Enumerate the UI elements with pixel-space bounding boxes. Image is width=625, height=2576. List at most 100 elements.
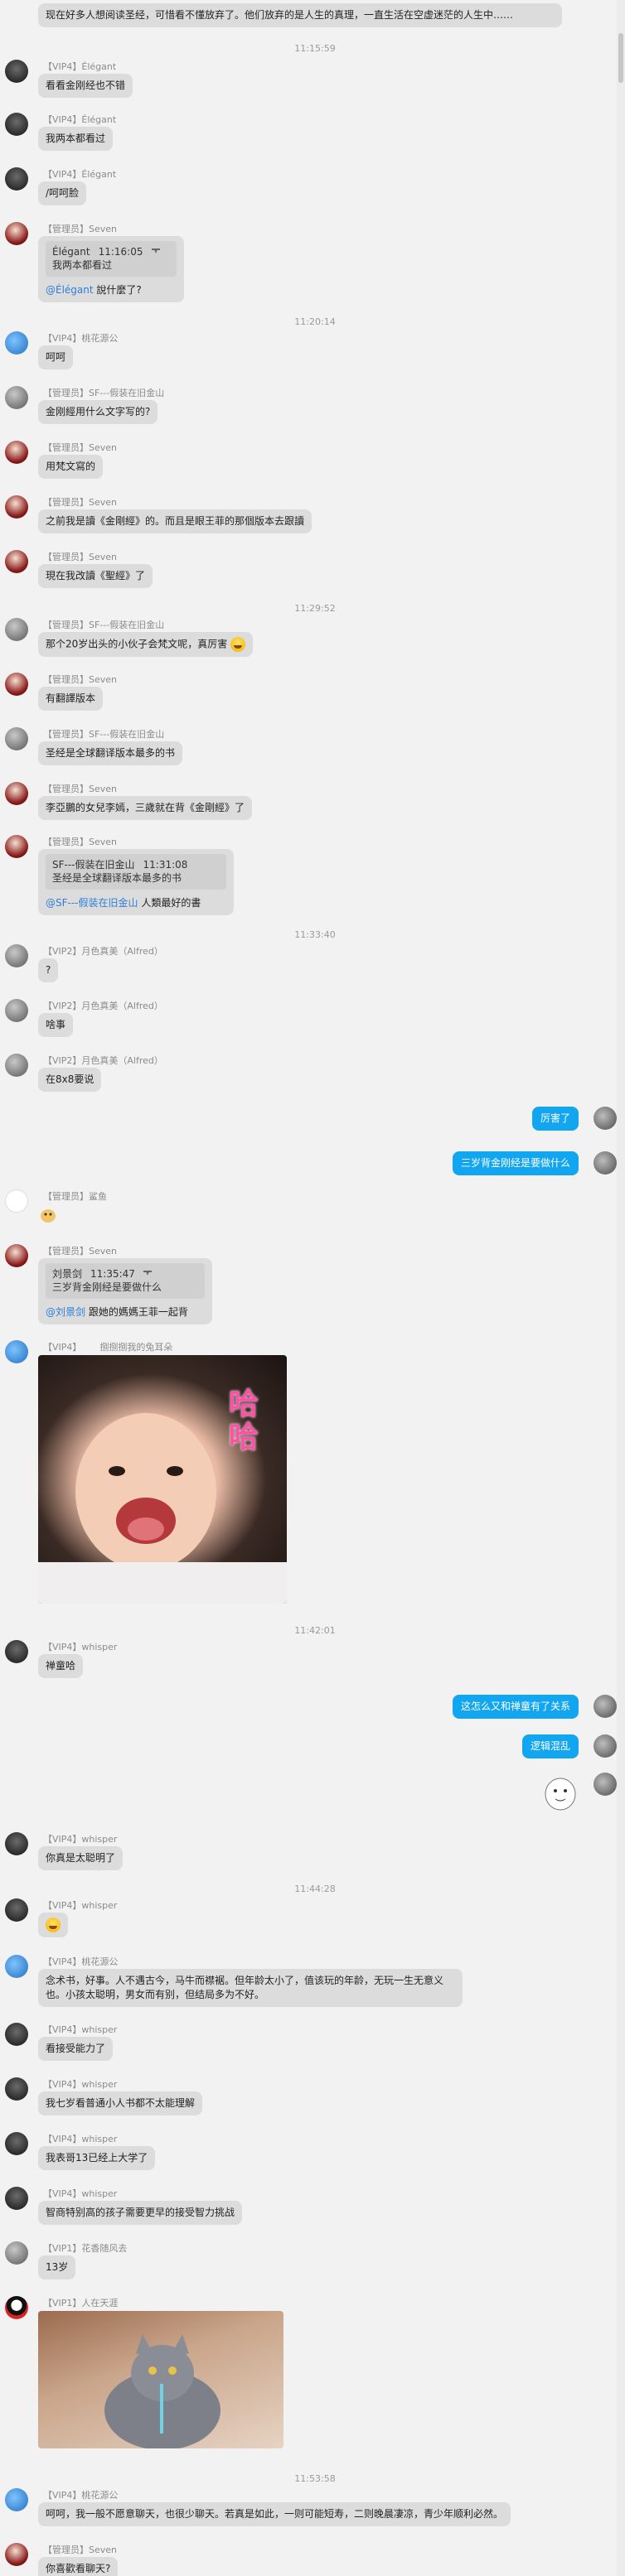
message-bubble[interactable]: 有翻譯版本 [38, 687, 104, 711]
scrollbar[interactable] [617, 0, 625, 2576]
sender-name[interactable]: 【管理员】Seven [43, 782, 117, 795]
message-bubble[interactable]: 智商特别高的孩子需要更早的接受智力挑战 [38, 2201, 243, 2225]
user-avatar-icon[interactable] [5, 113, 28, 136]
cat-photo-sticker[interactable] [38, 2311, 283, 2448]
message-bubble[interactable]: 现在好多人想阅读圣经，可惜看不懂放弃了。他们放弃的是人生的真理，一直生活在空虚迷… [38, 3, 562, 27]
message-bubble[interactable]: 呵呵 [38, 345, 74, 369]
scroll-thumb[interactable] [618, 33, 623, 83]
sender-name[interactable]: 【VIP1】人在天涯 [43, 2296, 118, 2309]
sender-name[interactable]: 【VIP4】 捌捌捌我的兔耳朵 [43, 1340, 172, 1353]
user-avatar-icon[interactable] [5, 727, 28, 750]
user-avatar-icon[interactable] [5, 2296, 28, 2319]
sender-name[interactable]: 【VIP4】Élégant [43, 113, 116, 126]
message-bubble[interactable]: 你喜歡看聊天? [38, 2557, 119, 2576]
user-avatar-icon[interactable] [5, 1955, 28, 1978]
user-avatar-icon[interactable] [5, 386, 28, 409]
self-message-bubble[interactable]: 厉害了 [531, 1107, 579, 1131]
message-bubble[interactable]: 看看金刚经也不错 [38, 74, 133, 98]
sender-name[interactable]: 【VIP1】花香随风去 [43, 2241, 127, 2255]
mention-link[interactable]: @刘景剑 [46, 1306, 85, 1318]
sender-name[interactable]: 【VIP4】whisper [43, 2187, 117, 2200]
message-bubble[interactable]: 呵呵，我一般不愿意聊天，也很少聊天。若真是如此，一则可能短寿，二则晚晨凄凉，青少… [38, 2502, 511, 2526]
user-avatar-icon[interactable] [5, 2488, 28, 2511]
message-bubble[interactable]: 念术书，好事。人不遇古今，马牛而襟裾。但年龄太小了，值该玩的年龄，无玩一生无意义… [38, 1969, 463, 2007]
user-avatar-icon[interactable] [5, 441, 28, 464]
message-bubble[interactable]: 禅童哈 [38, 1654, 84, 1678]
sender-name[interactable]: 【管理员】SF---假装在旧金山 [43, 618, 164, 631]
sender-name[interactable]: 【VIP4】whisper [43, 1898, 117, 1912]
user-avatar-icon[interactable] [5, 782, 28, 805]
user-avatar-icon[interactable] [5, 1340, 28, 1363]
user-avatar-icon[interactable] [5, 618, 28, 641]
mention-link[interactable]: @SF---假装在旧金山 [46, 897, 138, 909]
self-message-bubble[interactable]: 这怎么又和禅童有了关系 [452, 1695, 579, 1719]
message-bubble[interactable]: 你真是太聪明了 [38, 1846, 124, 1870]
sender-name[interactable]: 【VIP2】月色真美（Alfred） [43, 999, 163, 1012]
user-avatar-icon[interactable] [5, 835, 28, 858]
sender-name[interactable]: 【VIP2】月色真美（Alfred） [43, 1054, 163, 1067]
message-bubble[interactable]: 用梵文寫的 [38, 455, 104, 479]
sender-name[interactable]: 【VIP4】桃花源公 [43, 331, 118, 345]
sender-name[interactable]: 【管理员】Seven [43, 495, 117, 509]
message-bubble[interactable]: 看接受能力了 [38, 2037, 114, 2061]
user-avatar-icon[interactable] [5, 331, 28, 355]
user-avatar-icon[interactable] [5, 2077, 28, 2101]
sender-name[interactable]: 【管理员】Seven [43, 1244, 117, 1257]
message-bubble[interactable]: 在8x8要说 [38, 1068, 102, 1092]
user-avatar-icon[interactable] [5, 2023, 28, 2046]
user-avatar-icon[interactable] [5, 1244, 28, 1267]
sender-name[interactable]: 【VIP4】whisper [43, 2132, 117, 2145]
user-avatar-icon[interactable] [594, 1151, 617, 1175]
sender-name[interactable]: 【管理员】Seven [43, 222, 117, 235]
message-bubble[interactable]: 我七岁看普通小人书都不太能理解 [38, 2091, 203, 2115]
message-bubble[interactable]: /呵呵脸 [38, 181, 87, 205]
user-avatar-icon[interactable] [5, 495, 28, 519]
message-bubble[interactable]: 13岁 [38, 2255, 76, 2279]
user-avatar-icon[interactable] [5, 550, 28, 573]
sender-name[interactable]: 【管理员】Seven [43, 835, 117, 848]
sender-name[interactable]: 【VIP4】桃花源公 [43, 2488, 118, 2501]
self-message-bubble[interactable]: 逻辑混乱 [521, 1734, 579, 1758]
sender-name[interactable]: 【VIP4】Élégant [43, 167, 116, 181]
message-bubble[interactable]: 金刚經用什么文字写的? [38, 400, 158, 424]
message-bubble[interactable]: 李亞鵬的女兒李嫣，三歲就在背《金剛經》了 [38, 796, 253, 820]
user-avatar-icon[interactable] [5, 167, 28, 191]
message-bubble[interactable]: 我表哥13已经上大学了 [38, 2146, 156, 2170]
self-message-bubble[interactable]: 三岁背金刚经是要做什么 [452, 1151, 579, 1175]
sender-name[interactable]: 【管理员】Seven [43, 550, 117, 563]
sender-name[interactable]: 【VIP4】桃花源公 [43, 1955, 118, 1968]
user-avatar-icon[interactable] [5, 1054, 28, 1077]
mention-link[interactable]: @Élégant [46, 284, 94, 296]
reply-bubble[interactable]: Élégant 11:16:05 我两本都看过 @Élégant 說什麼了? [38, 236, 184, 302]
user-avatar-icon[interactable] [5, 60, 28, 83]
user-avatar-icon[interactable] [5, 1189, 28, 1213]
sender-name[interactable]: 【VIP4】whisper [43, 2077, 117, 2091]
quoted-message[interactable]: SF---假装在旧金山 11:31:08 圣经是全球翻译版本最多的书 [46, 854, 226, 890]
sender-name[interactable]: 【VIP4】whisper [43, 1640, 117, 1653]
user-avatar-icon[interactable] [594, 1734, 617, 1758]
sender-name[interactable]: 【管理员】Seven [43, 673, 117, 686]
sticker-icon[interactable] [38, 1206, 58, 1224]
user-avatar-icon[interactable] [594, 1107, 617, 1130]
user-avatar-icon[interactable] [5, 2241, 28, 2265]
message-bubble[interactable]: 圣经是全球翻译版本最多的书 [38, 741, 183, 765]
user-avatar-icon[interactable] [5, 2543, 28, 2566]
quoted-message[interactable]: 刘景剑 11:35:47 三岁背金刚经是要做什么 [46, 1263, 205, 1299]
user-avatar-icon[interactable] [5, 222, 28, 245]
user-avatar-icon[interactable] [5, 1832, 28, 1855]
message-bubble[interactable]: ? [38, 958, 59, 982]
message-bubble[interactable]: 我两本都看过 [38, 127, 114, 151]
sender-name[interactable]: 【管理员】Seven [43, 441, 117, 454]
sticker-icon[interactable] [540, 1773, 579, 1812]
reply-bubble[interactable]: 刘景剑 11:35:47 三岁背金刚经是要做什么 @刘景剑 跟她的媽媽王菲一起背 [38, 1258, 212, 1324]
sender-name[interactable]: 【管理员】Seven [43, 2543, 117, 2556]
sender-name[interactable]: 【VIP4】whisper [43, 2023, 117, 2036]
sender-name[interactable]: 【管理员】SF---假装在旧金山 [43, 386, 164, 399]
user-avatar-icon[interactable] [5, 2187, 28, 2210]
sender-name[interactable]: 【VIP2】月色真美（Alfred） [43, 944, 163, 958]
sender-name[interactable]: 【管理员】鲨鱼 [43, 1189, 107, 1203]
message-bubble[interactable] [38, 1913, 68, 1937]
user-avatar-icon[interactable] [5, 1898, 28, 1922]
message-bubble[interactable]: 那个20岁出头的小伙子会梵文呢，真厉害 [38, 632, 254, 657]
user-avatar-icon[interactable] [5, 999, 28, 1022]
